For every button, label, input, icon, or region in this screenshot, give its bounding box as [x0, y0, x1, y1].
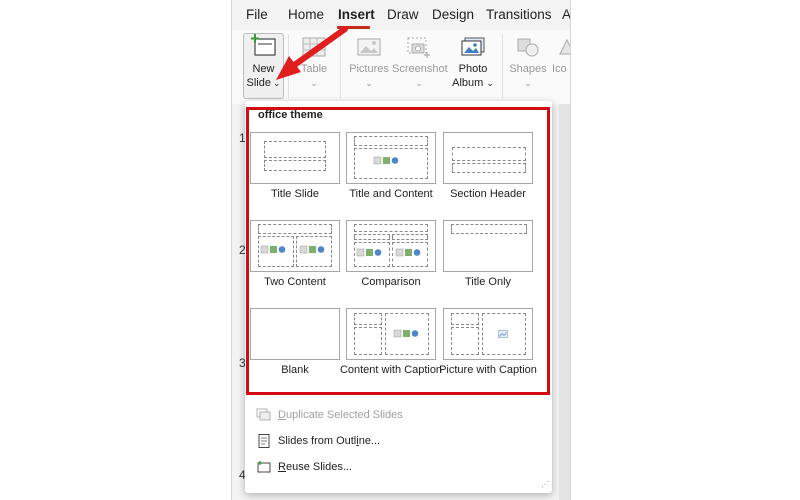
content-placeholder-icons — [373, 156, 399, 165]
pictures-button[interactable]: Pictures ⌄ — [345, 36, 393, 90]
slide-thumbnail-pane — [232, 104, 246, 500]
layout-thumbnail — [250, 308, 340, 360]
picture-icon — [357, 38, 381, 56]
layout-thumbnail — [250, 132, 340, 184]
icons-label: Ico — [552, 63, 567, 75]
screenshot-label: Screenshot — [392, 63, 448, 75]
chevron-down-icon: ⌄ — [524, 78, 532, 88]
content-placeholder-icons — [393, 329, 419, 338]
shapes-icon — [517, 38, 539, 57]
table-button[interactable]: Table ⌄ — [294, 36, 334, 90]
active-tab-underline — [337, 26, 370, 29]
ribbon-tab-bar: File Home Insert Draw Design Transitions… — [232, 0, 570, 30]
theme-title: office theme — [258, 109, 323, 121]
table-icon — [302, 37, 326, 57]
photo-album-label-2: Album ⌄ — [452, 77, 494, 89]
chevron-down-icon: ⌄ — [415, 78, 423, 88]
tab-home[interactable]: Home — [288, 7, 324, 22]
layout-label: Section Header — [450, 188, 526, 200]
photo-album-label-1: Photo — [458, 63, 488, 75]
layout-label: Picture with Caption — [439, 364, 537, 376]
new-slide-icon — [250, 34, 276, 56]
reuse-slides-item[interactable]: Reuse Slides... — [256, 460, 352, 474]
tab-draw[interactable]: Draw — [387, 7, 419, 22]
slides-from-outline-item[interactable]: Slides from Outline... — [256, 434, 380, 448]
layout-thumbnail — [346, 308, 436, 360]
tab-design[interactable]: Design — [432, 7, 474, 22]
duplicate-slides-icon — [256, 408, 271, 421]
ribbon-separator — [340, 34, 341, 98]
table-label: Table — [300, 63, 328, 75]
content-placeholder-icons — [356, 248, 382, 257]
tab-insert[interactable]: Insert — [338, 7, 375, 22]
screenshot-icon — [407, 37, 430, 58]
content-placeholder-icons — [299, 245, 325, 254]
tab-animations-partial[interactable]: A — [562, 7, 570, 22]
screenshot-button[interactable]: Screenshot ⌄ — [392, 36, 448, 90]
content-placeholder-icons — [395, 248, 421, 257]
photo-album-button[interactable]: Photo Album ⌄ — [448, 36, 498, 90]
shapes-button[interactable]: Shapes ⌄ — [506, 36, 550, 90]
chevron-down-icon: ⌄ — [486, 78, 494, 88]
layout-thumbnail — [443, 220, 533, 272]
layout-thumbnail — [443, 132, 533, 184]
photo-album-icon — [461, 37, 485, 56]
outline-document-icon — [258, 434, 270, 448]
tab-transitions[interactable]: Transitions — [486, 7, 552, 22]
slide-area-edge — [559, 104, 570, 500]
layout-thumbnail — [250, 220, 340, 272]
pictures-label: Pictures — [349, 63, 389, 75]
chevron-down-icon: ⌄ — [272, 78, 281, 88]
reuse-slides-icon — [257, 461, 271, 473]
chevron-down-icon: ⌄ — [365, 78, 373, 88]
tab-file[interactable]: File — [246, 7, 268, 22]
shapes-label: Shapes — [509, 63, 547, 75]
layout-thumbnail — [346, 220, 436, 272]
new-slide-content: New Slide ⌄ — [243, 34, 284, 90]
new-slide-label-2: Slide ⌄ — [246, 77, 281, 89]
layout-label: Title Only — [464, 276, 512, 288]
icons-button[interactable]: Ico — [552, 36, 570, 76]
icons-icon — [559, 38, 570, 55]
ribbon-separator — [502, 34, 503, 98]
picture-placeholder-icon — [498, 330, 508, 338]
content-placeholder-icons — [260, 245, 286, 254]
layout-thumbnail — [443, 308, 533, 360]
ribbon-separator — [288, 34, 289, 98]
duplicate-selected-slides-item[interactable]: Duplicate Selected Slides — [256, 408, 403, 422]
resize-grip-icon[interactable]: ⋰ — [541, 480, 549, 489]
layout-thumbnail — [346, 132, 436, 184]
new-slide-label-1: New — [252, 63, 275, 75]
chevron-down-icon: ⌄ — [310, 78, 318, 88]
